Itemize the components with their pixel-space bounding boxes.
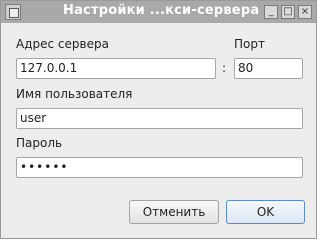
title-bar[interactable]: Настройки ...кси-сервера _ □ × bbox=[1, 1, 316, 23]
proxy-settings-dialog: Настройки ...кси-сервера _ □ × Адрес сер… bbox=[0, 0, 317, 239]
app-icon[interactable] bbox=[5, 4, 21, 20]
cancel-button[interactable]: Отменить bbox=[129, 200, 219, 224]
server-address-input[interactable]: 127.0.0.1 bbox=[16, 58, 216, 79]
window-title: Настройки ...кси-сервера bbox=[63, 3, 260, 18]
password-input[interactable]: •••••• bbox=[16, 157, 303, 178]
port-label: Порт bbox=[234, 37, 265, 51]
address-port-separator: : bbox=[222, 61, 227, 75]
minimize-button[interactable]: _ bbox=[264, 5, 278, 19]
maximize-button[interactable]: □ bbox=[281, 5, 295, 19]
port-input[interactable]: 80 bbox=[234, 58, 303, 79]
username-input[interactable]: user bbox=[16, 108, 303, 129]
close-button[interactable]: × bbox=[298, 5, 312, 19]
ok-button[interactable]: OK bbox=[226, 200, 305, 224]
server-address-label: Адрес сервера bbox=[16, 37, 109, 51]
username-label: Имя пользователя bbox=[16, 87, 133, 101]
password-label: Пароль bbox=[16, 136, 63, 150]
